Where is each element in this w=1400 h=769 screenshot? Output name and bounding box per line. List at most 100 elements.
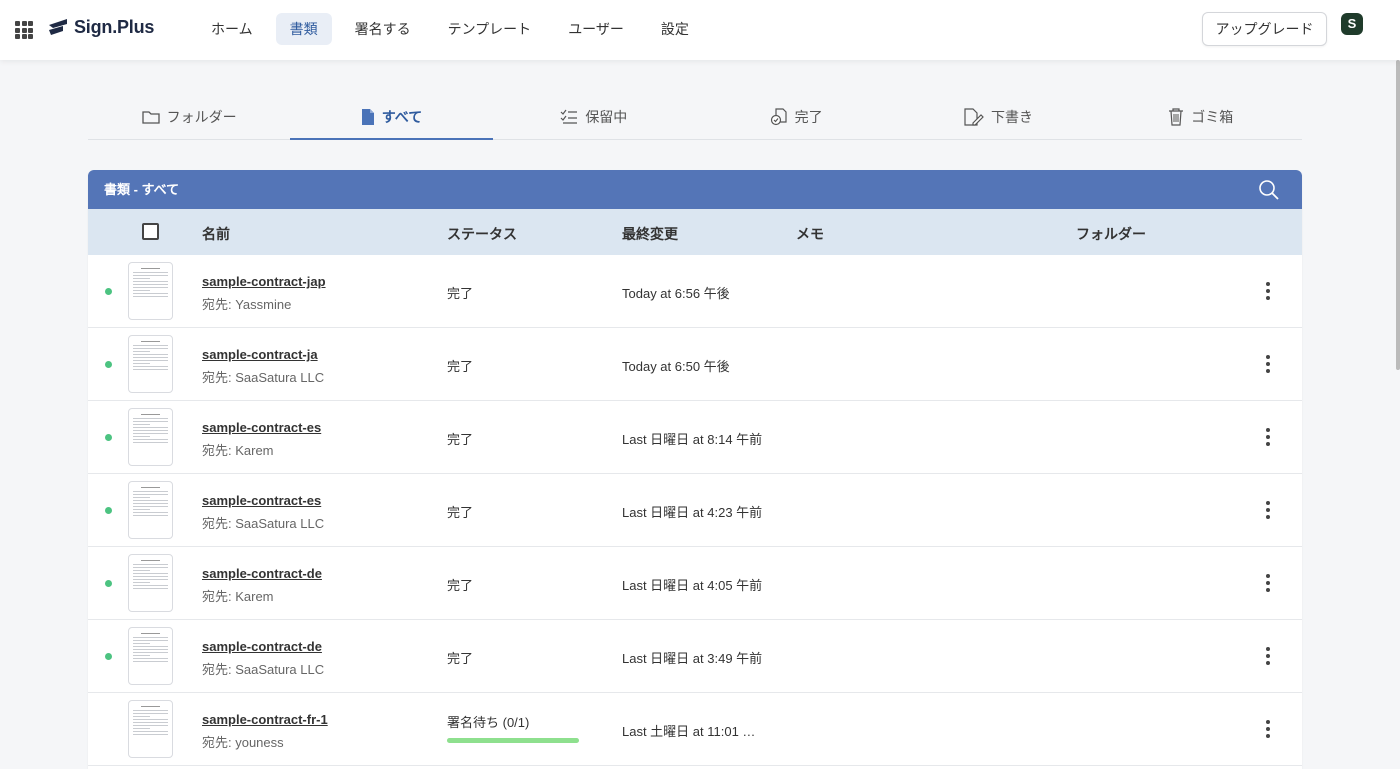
tab-label: フォルダー (166, 109, 237, 125)
document-recipient: 宛先: SaaSatura LLC (202, 370, 325, 385)
completed-dot (105, 580, 112, 587)
document-status: 完了 (447, 359, 474, 374)
last-modified: Last 土曜日 at 11:01 … (622, 724, 756, 739)
table-header: 名前 ステータス 最終変更 メモ フォルダー (88, 209, 1302, 255)
completed-docs-icon (770, 108, 787, 126)
document-status: 完了 (447, 505, 474, 520)
document-thumbnail[interactable] (128, 554, 173, 612)
document-thumbnail[interactable] (128, 335, 173, 393)
tab-completed[interactable]: 完了 (695, 95, 897, 139)
table-row[interactable]: sample-contract-fr-1 宛先: youness 署名待ち (0/1… (88, 693, 1302, 766)
top-bar: Sign.Plus ホーム 書類 署名する テンプレート ユーザー 設定 アップ… (0, 0, 1400, 60)
column-header-name[interactable]: 名前 (202, 224, 230, 244)
sign-plus-logo-icon (49, 19, 67, 35)
last-modified: Today at 6:50 午後 (622, 359, 730, 374)
table-body: sample-contract-jap 宛先: Yassmine 完了 Today a… (88, 255, 1302, 766)
document-recipient: 宛先: Karem (202, 589, 274, 604)
document-recipient: 宛先: SaaSatura LLC (202, 516, 325, 531)
tab-label: ゴミ箱 (1191, 109, 1234, 125)
table-row[interactable]: sample-contract-es 宛先: Karem 完了 Last 日曜日 at… (88, 401, 1302, 474)
nav-home[interactable]: ホーム (197, 13, 267, 45)
tab-trash[interactable]: ゴミ箱 (1100, 95, 1302, 139)
table-title: 書類 - すべて (104, 182, 180, 197)
search-icon[interactable] (1258, 179, 1280, 201)
brand-logo[interactable]: Sign.Plus (47, 16, 154, 38)
last-modified: Last 日曜日 at 4:05 午前 (622, 578, 763, 593)
last-modified: Today at 6:56 午後 (622, 286, 730, 301)
tab-label: 保留中 (585, 109, 628, 125)
table-row[interactable]: sample-contract-de 宛先: SaaSatura LLC 完了 Las… (88, 620, 1302, 693)
tab-folders[interactable]: フォルダー (88, 95, 290, 139)
last-modified: Last 日曜日 at 3:49 午前 (622, 651, 763, 666)
document-status: 完了 (447, 432, 474, 447)
nav-settings[interactable]: 設定 (647, 13, 703, 45)
tab-drafts[interactable]: 下書き (897, 95, 1099, 139)
document-status: 完了 (447, 286, 474, 301)
document-name-link[interactable]: sample-contract-jap (202, 274, 326, 289)
nav-documents[interactable]: 書類 (275, 13, 332, 45)
document-tabs: フォルダー すべて 保留中 完了 下書き ゴミ箱 (88, 95, 1302, 140)
nav-templates[interactable]: テンプレート (434, 13, 546, 45)
document-thumbnail[interactable] (128, 627, 173, 685)
document-thumbnail[interactable] (128, 700, 173, 758)
table-row[interactable]: sample-contract-ja 宛先: SaaSatura LLC 完了 Tod… (88, 328, 1302, 401)
document-status: 署名待ち (0/1) (447, 715, 530, 730)
progress-fill (447, 738, 579, 743)
apps-grid-icon[interactable] (15, 21, 33, 39)
document-status: 完了 (447, 578, 474, 593)
table-title-bar: 書類 - すべて (88, 170, 1302, 209)
document-recipient: 宛先: youness (202, 735, 284, 750)
table-row[interactable]: sample-contract-es 宛先: SaaSatura LLC 完了 Las… (88, 474, 1302, 547)
document-thumbnail[interactable] (128, 408, 173, 466)
upgrade-button[interactable]: アップグレード (1202, 12, 1327, 46)
completed-dot (105, 653, 112, 660)
column-header-status[interactable]: ステータス (447, 224, 517, 244)
tab-label: すべて (381, 109, 423, 125)
column-header-modified[interactable]: 最終変更 (622, 224, 678, 244)
folder-icon (142, 111, 160, 124)
column-header-memo: メモ (796, 226, 824, 242)
last-modified: Last 日曜日 at 4:23 午前 (622, 505, 763, 520)
nav-sign[interactable]: 署名する (341, 13, 425, 45)
document-name-link[interactable]: sample-contract-es (202, 420, 321, 435)
main-nav: ホーム 書類 署名する テンプレート ユーザー 設定 (197, 13, 712, 45)
column-header-folder: フォルダー (1076, 226, 1146, 242)
trash-icon (1169, 108, 1184, 126)
more-options-icon[interactable] (1258, 280, 1278, 302)
document-name-link[interactable]: sample-contract-es (202, 493, 321, 508)
last-modified: Last 日曜日 at 8:14 午前 (622, 432, 763, 447)
avatar[interactable]: S (1341, 13, 1363, 35)
more-options-icon[interactable] (1258, 572, 1278, 594)
document-name-link[interactable]: sample-contract-de (202, 566, 322, 581)
document-thumbnail[interactable] (128, 262, 173, 320)
tab-all[interactable]: すべて (290, 95, 493, 140)
completed-dot (105, 434, 112, 441)
tab-label: 完了 (794, 109, 823, 125)
document-icon (361, 109, 374, 125)
document-recipient: 宛先: Yassmine (202, 297, 292, 312)
document-thumbnail[interactable] (128, 481, 173, 539)
document-name-link[interactable]: sample-contract-fr-1 (202, 712, 328, 727)
more-options-icon[interactable] (1258, 499, 1278, 521)
document-name-link[interactable]: sample-contract-de (202, 639, 322, 654)
document-recipient: 宛先: Karem (202, 443, 274, 458)
completed-dot (105, 361, 112, 368)
signing-progress-bar (447, 738, 579, 743)
table-row[interactable]: sample-contract-jap 宛先: Yassmine 完了 Today a… (88, 255, 1302, 328)
document-name-link[interactable]: sample-contract-ja (202, 347, 318, 362)
tab-pending[interactable]: 保留中 (493, 95, 695, 139)
document-status: 完了 (447, 651, 474, 666)
completed-dot (105, 507, 112, 514)
table-row[interactable]: sample-contract-de 宛先: Karem 完了 Last 日曜日 at… (88, 547, 1302, 620)
document-recipient: 宛先: SaaSatura LLC (202, 662, 325, 677)
nav-users[interactable]: ユーザー (554, 13, 638, 45)
draft-icon (964, 108, 984, 126)
more-options-icon[interactable] (1258, 718, 1278, 740)
completed-dot (105, 288, 112, 295)
more-options-icon[interactable] (1258, 645, 1278, 667)
more-options-icon[interactable] (1258, 353, 1278, 375)
select-all-checkbox[interactable] (142, 223, 159, 240)
brand-name: Sign.Plus (74, 16, 155, 37)
more-options-icon[interactable] (1258, 426, 1278, 448)
page-scrollbar[interactable] (1396, 60, 1400, 370)
